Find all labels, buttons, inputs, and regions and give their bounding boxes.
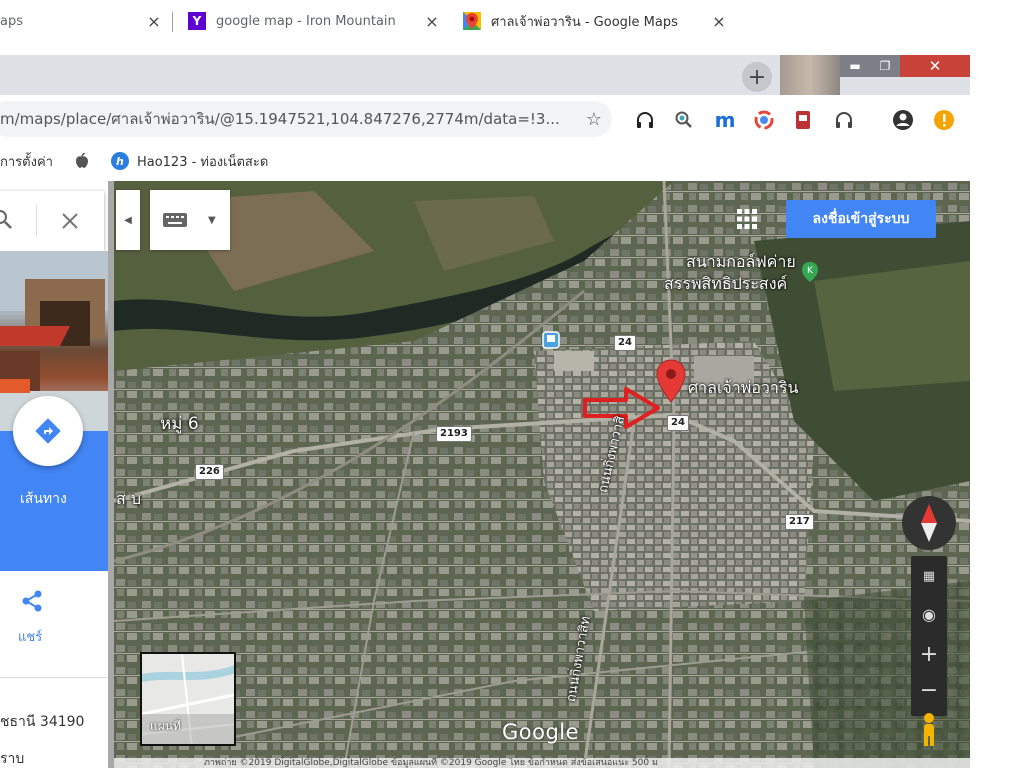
- search-icon[interactable]: [0, 209, 14, 231]
- tab-maps-previous[interactable]: aps ×: [0, 2, 165, 40]
- route-shield: 24: [667, 415, 689, 431]
- layers-icon[interactable]: ▦: [911, 558, 947, 594]
- headphones-extension-icon[interactable]: [632, 107, 658, 133]
- yahoo-icon: Y: [188, 12, 206, 30]
- directions-icon: [35, 418, 61, 444]
- place-label[interactable]: ศาลเจ้าพ่อวาริน: [688, 376, 798, 401]
- satellite-map[interactable]: K: [114, 181, 970, 768]
- compass-button[interactable]: [902, 496, 956, 550]
- bookmark-star-icon[interactable]: ☆: [576, 109, 612, 130]
- route-shield: 24: [614, 335, 636, 351]
- address-line: ราบ: [0, 751, 25, 767]
- minimize-button[interactable]: ▬: [840, 55, 870, 77]
- bookmark-hao123[interactable]: h Hao123 - ท่องเน็ตสะด: [110, 151, 269, 172]
- google-maps-icon: [463, 12, 481, 30]
- map-type-label: แผนที่: [150, 719, 181, 733]
- directions-button[interactable]: [13, 396, 83, 466]
- place-side-panel: เส้นทาง แชร์ ชธานี 34190 ราบ: [0, 181, 114, 768]
- map-type-toggle[interactable]: แผนที่: [140, 652, 236, 746]
- tab-title: google map - Iron Mountain: [216, 13, 396, 29]
- map-footer: ภาพถ่าย ©2019 DigitalGlobe,DigitalGlobe …: [114, 758, 970, 768]
- sign-in-button[interactable]: ลงชื่อเข้าสู่ระบบ: [786, 200, 936, 238]
- window-controls: ▬ ❐ ✕: [840, 55, 970, 77]
- m-extension-icon[interactable]: m: [712, 107, 738, 133]
- share-label[interactable]: แชร์: [18, 626, 42, 647]
- pegman-icon[interactable]: [916, 712, 942, 748]
- collapse-panel-button[interactable]: ◀: [116, 190, 140, 250]
- tab-active-google-maps[interactable]: ศาลเจ้าพ่อวาริน - Google Maps ×: [453, 2, 730, 40]
- caret-left-icon: ◀: [124, 214, 132, 226]
- google-apps-icon[interactable]: [736, 208, 758, 230]
- compass-icon: [921, 504, 937, 542]
- bookmark-label: การตั้งค่า: [0, 154, 53, 170]
- share-icon[interactable]: [20, 589, 44, 613]
- address-bar[interactable]: m/maps/place/ศาลเจ้าพ่อวาริน/@15.1947521…: [0, 101, 612, 137]
- update-alert-icon[interactable]: [931, 107, 957, 133]
- search-divider: [36, 205, 37, 237]
- satellite-imagery: [114, 181, 970, 768]
- book-extension-icon[interactable]: [790, 107, 816, 133]
- golf-course-label-line2: สรรพสิทธิประสงค์: [664, 274, 788, 293]
- train-station-icon[interactable]: [542, 331, 560, 349]
- address-line: ชธานี 34190: [0, 714, 85, 730]
- tab-close-icon[interactable]: ×: [708, 12, 730, 31]
- panel-divider: [0, 677, 108, 678]
- browser-toolbar: m/maps/place/ศาลเจ้าพ่อวาริน/@15.1947521…: [0, 95, 970, 145]
- maximize-button[interactable]: ❐: [870, 55, 900, 77]
- headphones-extension-icon-2[interactable]: [831, 107, 857, 133]
- address-url[interactable]: m/maps/place/ศาลเจ้าพ่อวาริน/@15.1947521…: [0, 107, 576, 131]
- search-extension-icon[interactable]: [671, 107, 697, 133]
- golf-place-marker-icon[interactable]: K: [801, 261, 819, 283]
- bookmark-label: Hao123 - ท่องเน็ตสะด: [136, 154, 269, 170]
- tab-title: ศาลเจ้าพ่อวาริน - Google Maps: [491, 14, 678, 30]
- hao123-icon: h: [110, 152, 129, 170]
- tab-separator: [172, 12, 173, 32]
- route-shield: 217: [785, 514, 814, 530]
- area-label: ส บ: [116, 489, 142, 508]
- apple-icon: [75, 153, 88, 168]
- clear-search-icon[interactable]: [60, 211, 80, 231]
- tab-strip-background: [780, 55, 840, 95]
- zoom-out-button[interactable]: −: [911, 672, 947, 708]
- location-pin-icon[interactable]: [656, 359, 686, 403]
- profile-icon[interactable]: [890, 107, 916, 133]
- new-tab-button[interactable]: +: [742, 62, 772, 92]
- village-label: หมู่ 6: [160, 414, 199, 434]
- directions-label[interactable]: เส้นทาง: [20, 488, 67, 510]
- zoom-in-button[interactable]: +: [911, 636, 947, 672]
- search-box[interactable]: [0, 191, 104, 251]
- tab-close-icon[interactable]: ×: [143, 12, 165, 31]
- bookmarks-bar: การตั้งค่า h Hao123 - ท่องเน็ตสะด: [0, 145, 970, 177]
- route-shield: 226: [195, 464, 224, 480]
- bookmark-settings[interactable]: การตั้งค่า: [0, 151, 53, 172]
- tab-close-icon[interactable]: ×: [421, 12, 443, 31]
- input-tools-button[interactable]: ▼: [150, 190, 230, 250]
- google-logo: Google: [502, 720, 580, 744]
- map-controls: ▦ ◉ + −: [911, 556, 947, 716]
- colorful-extension-icon[interactable]: [751, 107, 777, 133]
- keyboard-icon: [163, 213, 187, 227]
- my-location-icon[interactable]: ◉: [911, 596, 947, 632]
- bookmark-apple[interactable]: [75, 153, 89, 169]
- screenshot: aps × Y google map - Iron Mountain × ศาล…: [0, 0, 1024, 768]
- caret-down-icon[interactable]: ▼: [208, 215, 216, 226]
- tab-google-map-iron-mountain[interactable]: Y google map - Iron Mountain ×: [178, 2, 443, 40]
- route-shield: 2193: [436, 426, 472, 442]
- tab-title: aps: [0, 13, 23, 29]
- close-window-button[interactable]: ✕: [900, 55, 970, 77]
